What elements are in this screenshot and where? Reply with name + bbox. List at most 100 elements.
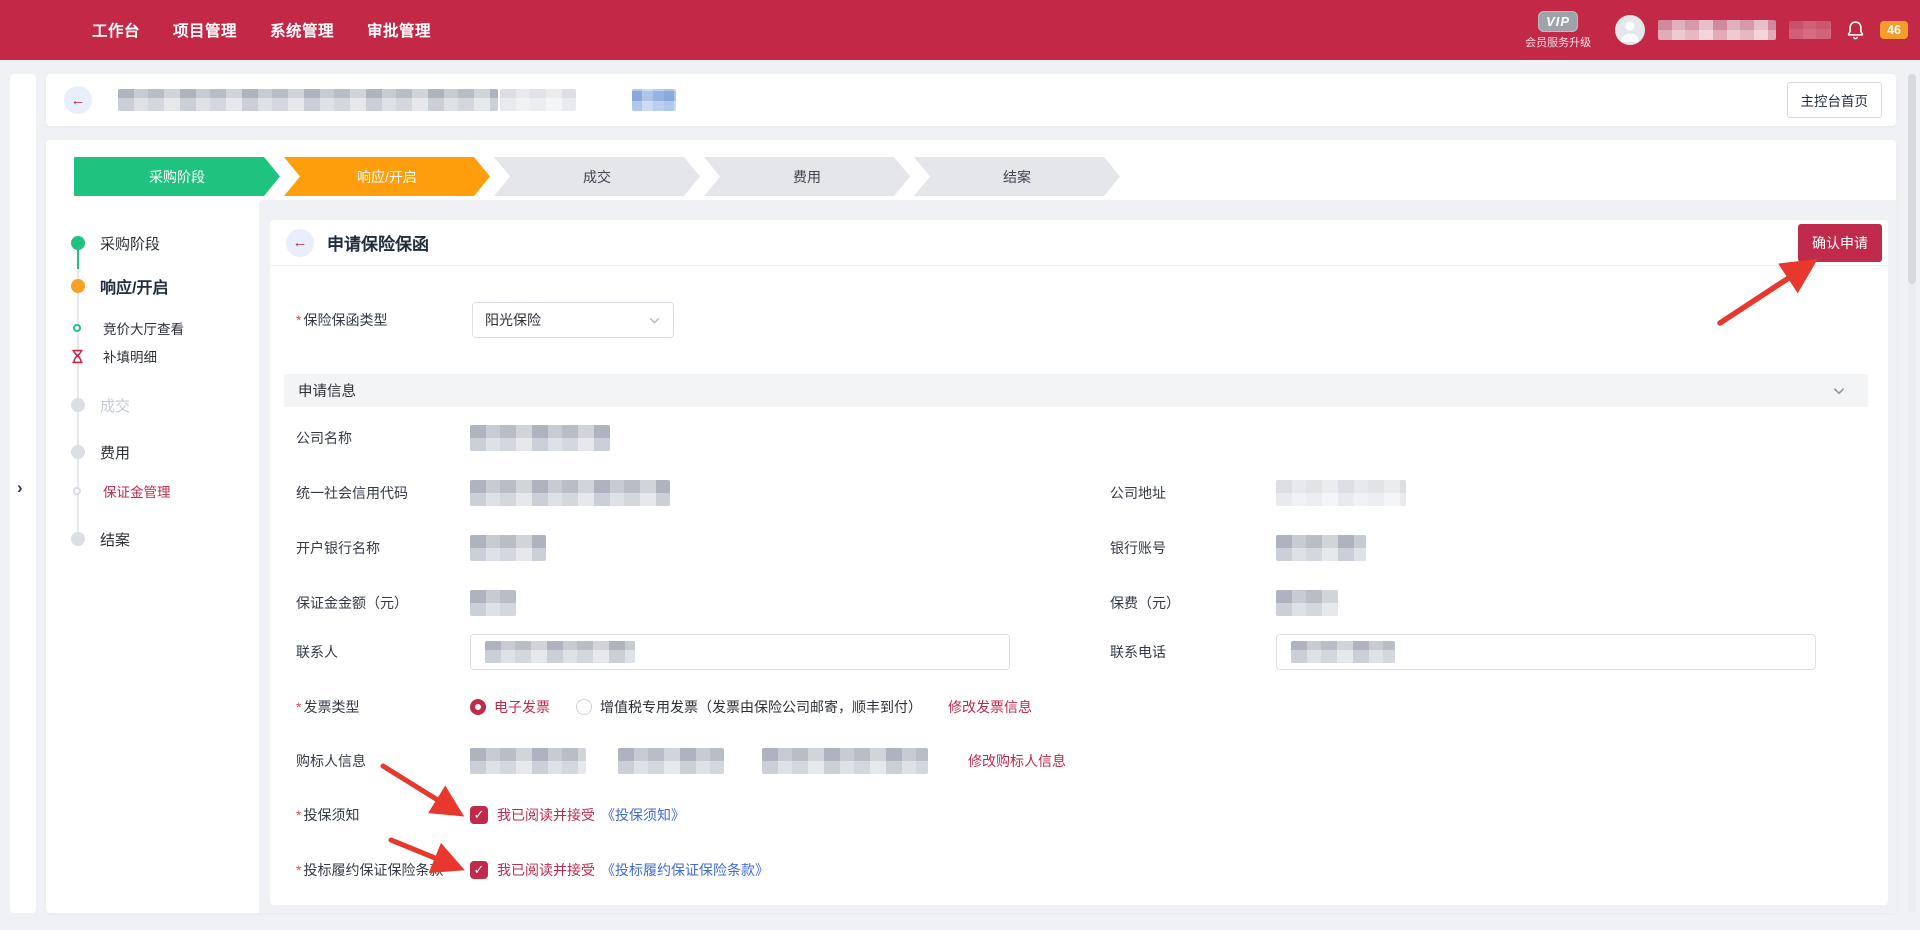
insurance-notice-checkbox[interactable]: ✓: [470, 806, 488, 824]
nav-item-system-management[interactable]: 系统管理: [270, 19, 334, 41]
buyer-name-redacted: [470, 748, 586, 774]
radio-electronic-invoice[interactable]: [470, 699, 486, 715]
credit-code-row: 统一社会信用代码 公司地址: [296, 480, 1868, 506]
current-dot-icon: [71, 279, 85, 293]
bank-name-row: 开户银行名称 银行账号: [296, 535, 1868, 561]
page-scrollbar[interactable]: [1908, 74, 1916, 913]
buyer-info-row: 购标人信息 修改购标人信息: [296, 748, 1868, 774]
username-redacted[interactable]: [1658, 20, 1776, 40]
bank-name-value-redacted: [470, 535, 546, 561]
contact-label: 联系人: [296, 642, 470, 662]
contact-phone-input[interactable]: [1276, 634, 1816, 670]
collapsed-panel-strip: ›: [10, 74, 36, 913]
contact-input[interactable]: [470, 634, 1010, 670]
vip-upgrade-button[interactable]: VIP 会员服务升级: [1514, 11, 1602, 50]
deposit-amount-label: 保证金金额（元）: [296, 593, 470, 613]
nav-item-approval-management[interactable]: 审批管理: [367, 19, 431, 41]
project-status-badge-redacted: [632, 89, 676, 111]
timeline-label: 补填明细: [103, 346, 157, 366]
radio-vat-invoice-label[interactable]: 增值税专用发票（发票由保险公司邮寄，顺丰到付）: [600, 697, 922, 717]
buyer-phone-redacted: [762, 748, 928, 774]
user-avatar[interactable]: [1615, 15, 1645, 45]
timeline-connector-done: [77, 250, 79, 269]
performance-terms-checkbox[interactable]: ✓: [470, 861, 488, 879]
pending-dot-icon: [71, 445, 85, 459]
premium-label: 保费（元）: [1110, 593, 1276, 613]
step-response-open[interactable]: 响应/开启: [284, 157, 490, 196]
insurance-notice-label: *投保须知: [296, 805, 470, 825]
nav-item-project-management[interactable]: 项目管理: [173, 19, 237, 41]
timeline-label: 保证金管理: [103, 481, 171, 501]
guarantee-type-row: *保险保函类型 阳光保险: [296, 302, 1868, 338]
company-name-label: 公司名称: [296, 428, 470, 448]
hourglass-icon: [71, 349, 84, 364]
insurance-notice-row: *投保须知 ✓ 我已阅读并接受 《投保须知》: [296, 802, 1868, 828]
timeline-label: 竞价大厅查看: [103, 318, 184, 338]
pending-dot-icon: [71, 532, 85, 546]
expand-panel-chevron-icon[interactable]: ›: [17, 478, 23, 498]
performance-terms-label: *投标履约保证保险条款: [296, 860, 470, 880]
back-arrow-icon: ←: [293, 234, 308, 251]
form-header: ← 申请保险保函 确认申请: [270, 220, 1888, 266]
process-stepper: 采购阶段 响应/开启 成交 费用 结案: [74, 157, 1124, 196]
insurance-notice-link[interactable]: 《投保须知》: [601, 805, 685, 825]
confirm-apply-button[interactable]: 确认申请: [1798, 224, 1882, 262]
vip-icon: VIP: [1538, 11, 1578, 32]
edit-buyer-info-link[interactable]: 修改购标人信息: [968, 751, 1066, 771]
form-back-button[interactable]: ←: [286, 229, 314, 257]
step-fees[interactable]: 费用: [704, 157, 910, 196]
timeline-label: 响应/开启: [100, 274, 168, 298]
nav-item-workbench[interactable]: 工作台: [92, 19, 140, 41]
radio-electronic-invoice-label[interactable]: 电子发票: [494, 697, 550, 717]
invoice-type-row: *发票类型 电子发票 增值税专用发票（发票由保险公司邮寄，顺丰到付） 修改发票信…: [296, 694, 1868, 720]
step-closing[interactable]: 结案: [914, 157, 1120, 196]
timeline-label: 成交: [100, 395, 130, 416]
contact-phone-label: 联系电话: [1110, 642, 1276, 662]
performance-terms-link[interactable]: 《投标履约保证保险条款》: [601, 860, 769, 880]
select-value: 阳光保险: [485, 310, 541, 330]
project-title-redacted: [118, 89, 498, 111]
chevron-down-icon: [1832, 384, 1846, 398]
top-navbar: 工作台 项目管理 系统管理 审批管理 VIP 会员服务升级 46: [0, 0, 1920, 60]
main-menu: 工作台 项目管理 系统管理 审批管理: [92, 0, 431, 60]
contact-row: 联系人 联系电话: [296, 634, 1868, 670]
step-procurement-stage[interactable]: 采购阶段: [74, 157, 280, 196]
vip-caption: 会员服务升级: [1525, 34, 1591, 50]
scrollbar-thumb[interactable]: [1908, 74, 1916, 284]
radio-vat-invoice[interactable]: [576, 699, 592, 715]
edit-invoice-info-link[interactable]: 修改发票信息: [948, 697, 1032, 717]
done-dot-icon: [71, 236, 85, 250]
console-home-button[interactable]: 主控台首页: [1787, 82, 1883, 118]
contact-phone-value-redacted: [1291, 641, 1395, 663]
bank-account-label: 银行账号: [1110, 538, 1276, 558]
company-name-row: 公司名称: [296, 425, 1868, 451]
application-info-section-header[interactable]: 申请信息: [284, 374, 1868, 407]
bell-icon[interactable]: [1844, 19, 1867, 42]
guarantee-type-select[interactable]: 阳光保险: [472, 302, 674, 338]
person-icon: [1615, 15, 1645, 45]
notification-count-badge: 46: [1880, 21, 1908, 39]
buyer-info-label: 购标人信息: [296, 751, 470, 771]
page-back-button[interactable]: ←: [64, 86, 92, 114]
navbar-right: VIP 会员服务升级 46: [1514, 0, 1908, 60]
deposit-amount-row: 保证金金额（元） 保费（元）: [296, 590, 1868, 616]
form-body: *保险保函类型 阳光保险 申请信息 公司名称: [270, 302, 1888, 883]
contact-value-redacted: [485, 641, 635, 663]
sub-ring-icon: [73, 487, 81, 495]
back-arrow-icon: ←: [71, 92, 86, 109]
credit-code-value-redacted: [470, 480, 670, 506]
username-redacted-tail: [1789, 21, 1831, 39]
step-deal[interactable]: 成交: [494, 157, 700, 196]
deposit-amount-value-redacted: [470, 590, 516, 616]
agree-text: 我已阅读并接受: [497, 860, 595, 880]
timeline-label: 结案: [100, 529, 130, 550]
insurance-guarantee-form-card: ← 申请保险保函 确认申请 *保险保函类型 阳光保险 申请信息: [270, 220, 1888, 905]
form-title: 申请保险保函: [327, 230, 429, 255]
check-icon: ✓: [474, 862, 485, 878]
sub-ring-icon: [73, 324, 81, 332]
buyer-idnumber-redacted: [618, 748, 724, 774]
performance-terms-row: *投标履约保证保险条款 ✓ 我已阅读并接受 《投标履约保证保险条款》: [296, 857, 1868, 883]
bank-name-label: 开户银行名称: [296, 538, 470, 558]
page-header-card: ← 主控台首页: [46, 74, 1896, 126]
company-name-value-redacted: [470, 425, 610, 451]
